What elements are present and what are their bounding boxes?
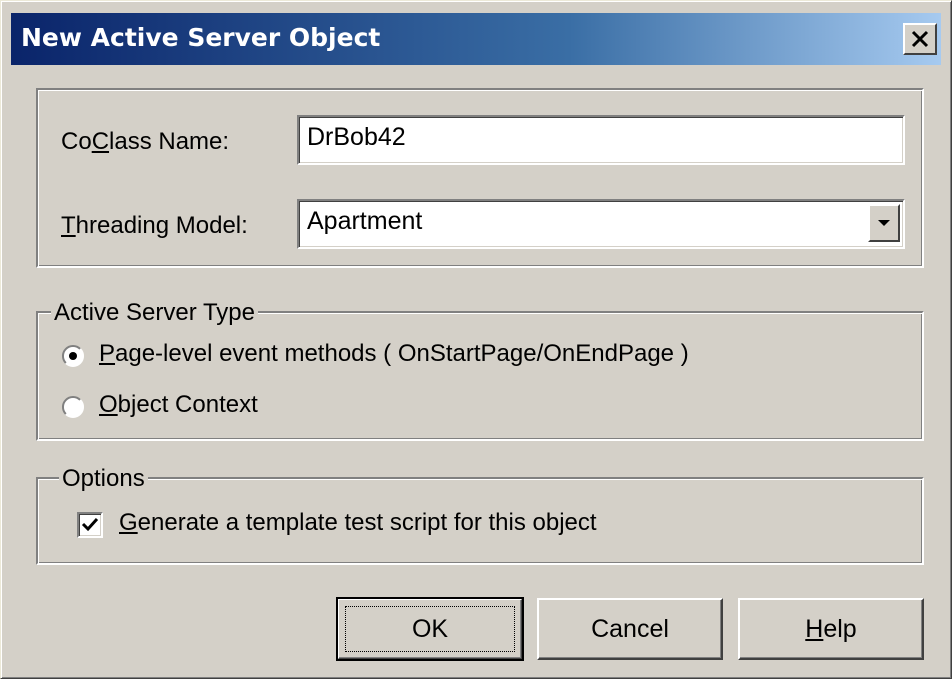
threading-model-value: Apartment — [307, 207, 423, 235]
coclass-name-input[interactable]: DrBob42 — [297, 115, 905, 165]
object-context-radio[interactable] — [61, 395, 85, 419]
cancel-button-label: Cancel — [591, 614, 669, 643]
chevron-down-icon — [878, 220, 890, 226]
checkmark-icon — [81, 517, 99, 532]
coclass-name-label: CoClass Name: — [61, 128, 230, 155]
generate-test-script-checkbox[interactable] — [77, 512, 103, 538]
active-server-type-legend: Active Server Type — [51, 299, 258, 327]
title-bar[interactable]: New Active Server Object — [11, 13, 941, 65]
page-level-radio[interactable] — [61, 344, 85, 368]
threading-model-dropdown-button[interactable] — [868, 204, 900, 242]
active-server-type-group — [36, 311, 924, 441]
threading-model-select[interactable]: Apartment — [297, 199, 905, 249]
window-title: New Active Server Object — [21, 23, 381, 52]
help-button[interactable]: Help — [738, 598, 924, 660]
options-legend: Options — [59, 465, 148, 493]
dialog-window: New Active Server Object CoClass Name: D… — [0, 0, 952, 679]
object-context-label[interactable]: Object Context — [99, 391, 258, 419]
cancel-button[interactable]: Cancel — [537, 598, 723, 660]
generate-test-script-label[interactable]: Generate a template test script for this… — [119, 509, 597, 537]
focus-rectangle — [345, 606, 515, 652]
page-level-label[interactable]: Page-level event methods ( OnStartPage/O… — [99, 340, 689, 368]
threading-model-label: Threading Model: — [61, 212, 248, 239]
ok-button[interactable]: OK — [336, 597, 524, 661]
close-icon — [911, 30, 929, 48]
close-button[interactable] — [903, 23, 937, 55]
coclass-name-value: DrBob42 — [307, 123, 406, 151]
help-button-label: Help — [805, 614, 857, 643]
